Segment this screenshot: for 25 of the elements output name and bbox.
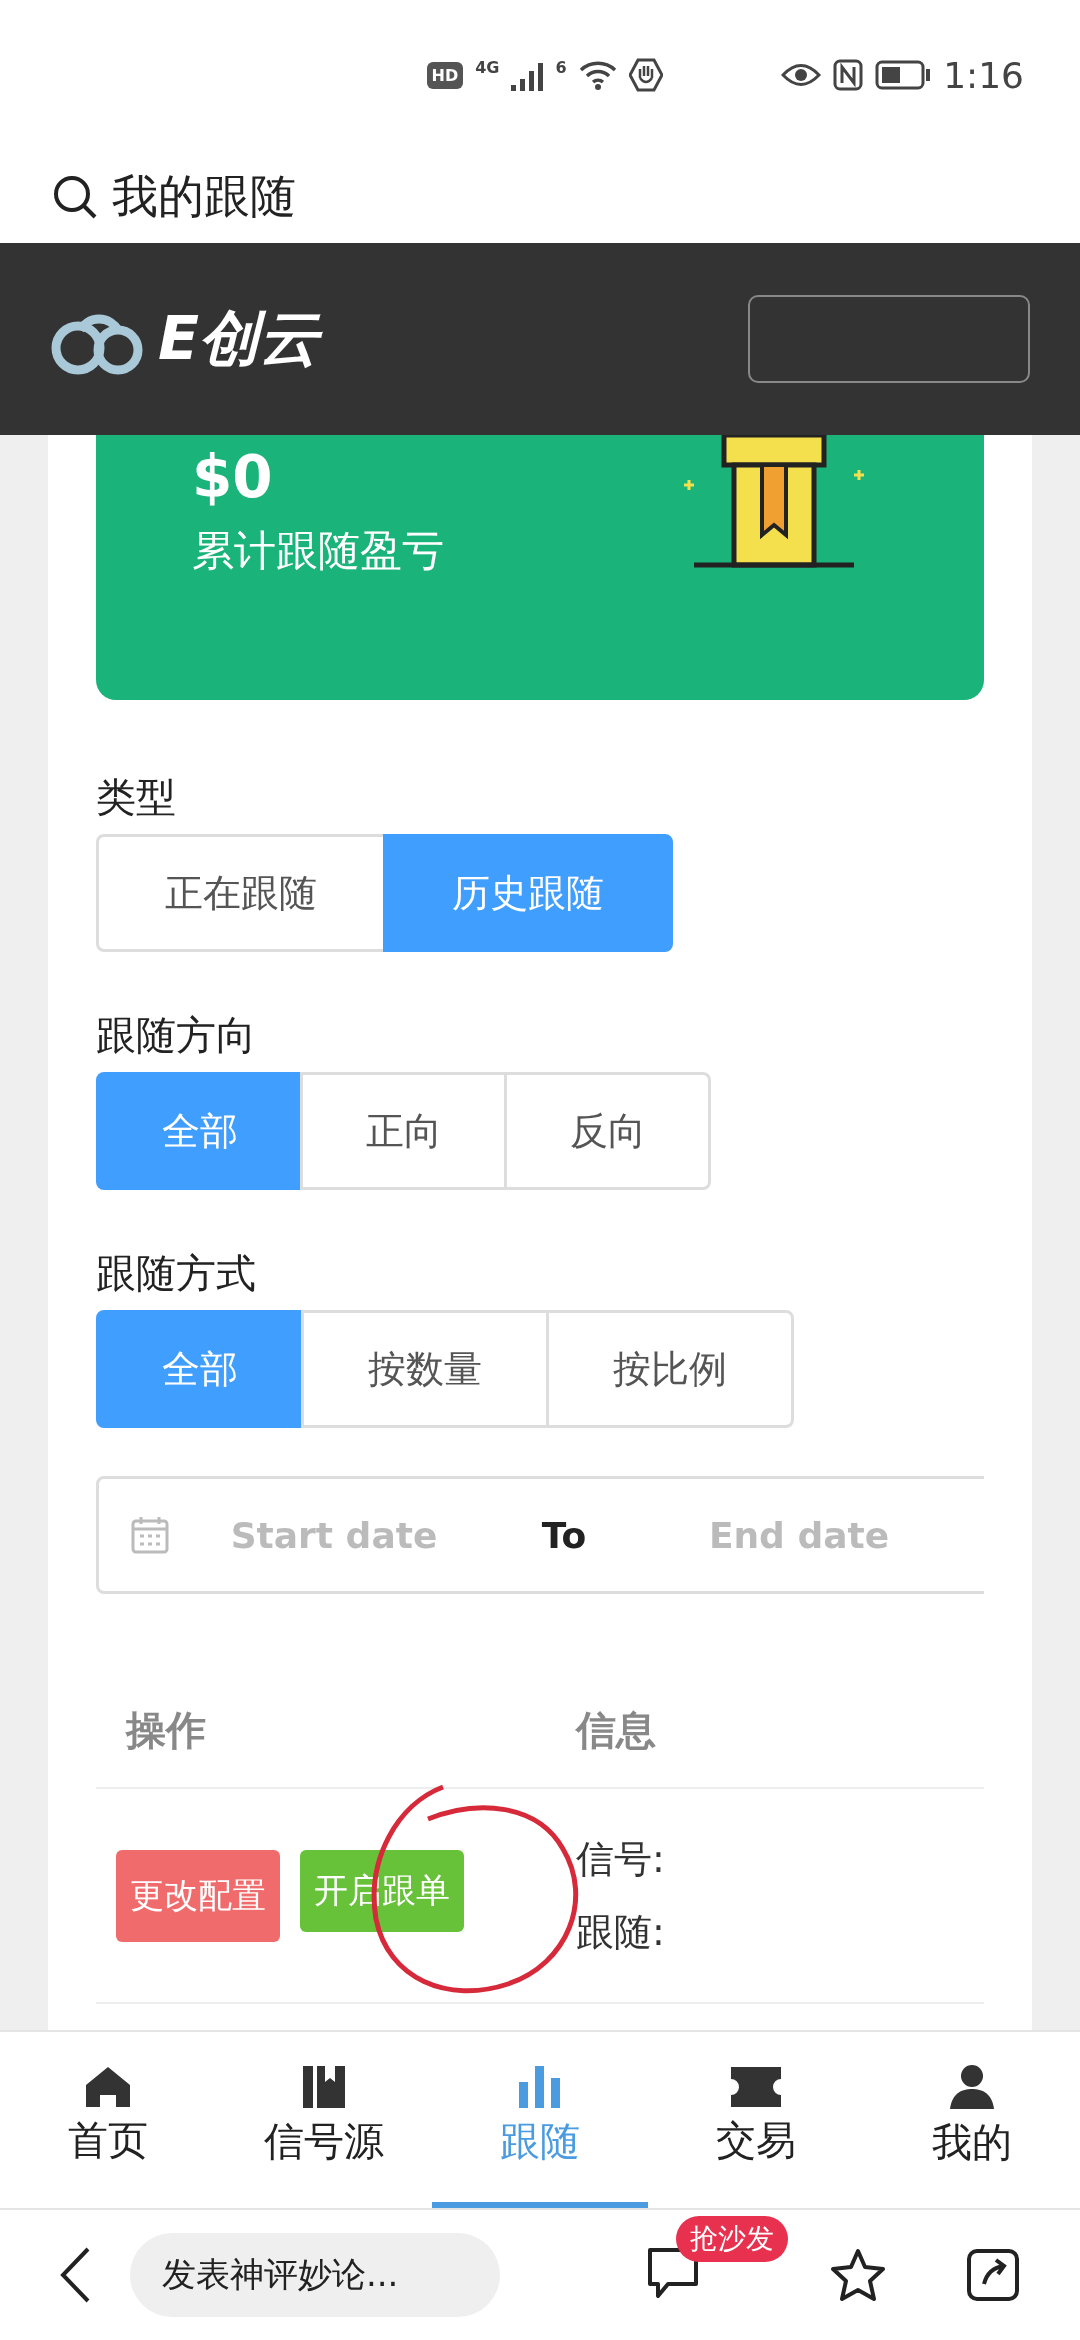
filter-label: 跟随方式: [96, 1249, 257, 1298]
summary-amount: $0: [192, 443, 274, 511]
filter-label: 跟随方向: [96, 1011, 257, 1060]
info-label: 信号:: [576, 1835, 665, 1883]
start-date-placeholder: Start date: [229, 1514, 439, 1556]
segment-button[interactable]: 正在跟随: [96, 834, 386, 952]
segment-button[interactable]: 按数量: [301, 1310, 549, 1428]
segment-button[interactable]: 正向: [300, 1072, 507, 1190]
end-date-placeholder: End date: [707, 1514, 891, 1556]
column-header: 信息: [576, 1706, 657, 1755]
column-header: 操作: [124, 1706, 207, 1755]
hd-badge: HD: [426, 61, 464, 89]
filter-label: 类型: [96, 773, 177, 822]
segment-button[interactable]: 按比例: [546, 1310, 794, 1428]
date-range-field[interactable]: Start date To End date: [96, 1476, 984, 1594]
network-type: 4G: [475, 58, 500, 77]
segment-button[interactable]: 反向: [504, 1072, 711, 1190]
info-label: 跟随:: [576, 1908, 665, 1956]
comment-badge: 抢沙发: [676, 2216, 788, 2262]
wifi-generation: 6: [555, 58, 567, 77]
clock-time: 1:16: [943, 54, 1024, 96]
summary-label: 累计跟随盈亏: [192, 525, 444, 577]
comment-field[interactable]: 发表神评妙论...: [130, 2233, 500, 2317]
date-separator: To: [540, 1514, 588, 1556]
search-field[interactable]: 我的跟随: [112, 165, 296, 228]
